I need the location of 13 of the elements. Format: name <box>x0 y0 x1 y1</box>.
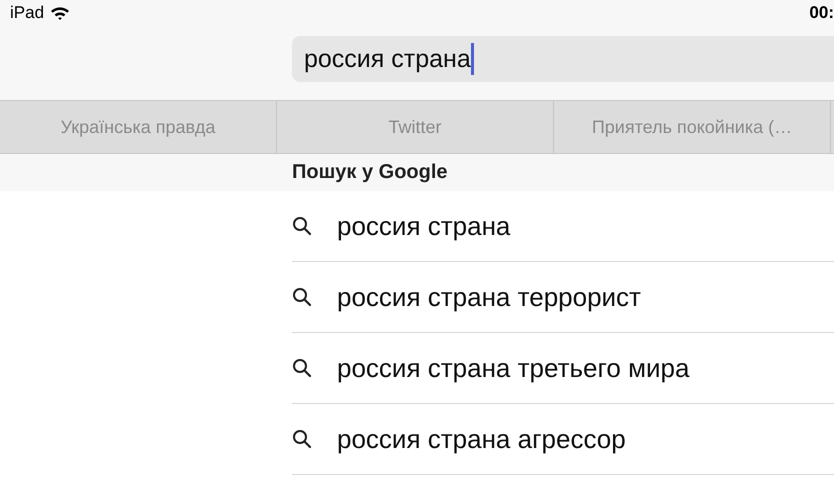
section-header: Пошук у Google <box>292 161 448 184</box>
suggestion-item[interactable]: россия страна <box>292 191 834 262</box>
clock-time: 00: <box>809 3 834 23</box>
search-icon <box>292 358 312 378</box>
search-icon <box>292 287 312 307</box>
suggestion-item[interactable]: россия страна террорист <box>292 262 834 333</box>
search-icon <box>292 216 312 236</box>
search-icon <box>292 429 312 449</box>
address-field[interactable]: россия страна <box>292 36 834 82</box>
wifi-icon <box>50 6 70 20</box>
device-name: iPad <box>10 3 44 23</box>
suggestion-item[interactable]: россия страна третьего мира <box>292 333 834 404</box>
suggestion-item[interactable]: россия страна агрессор <box>292 404 834 475</box>
